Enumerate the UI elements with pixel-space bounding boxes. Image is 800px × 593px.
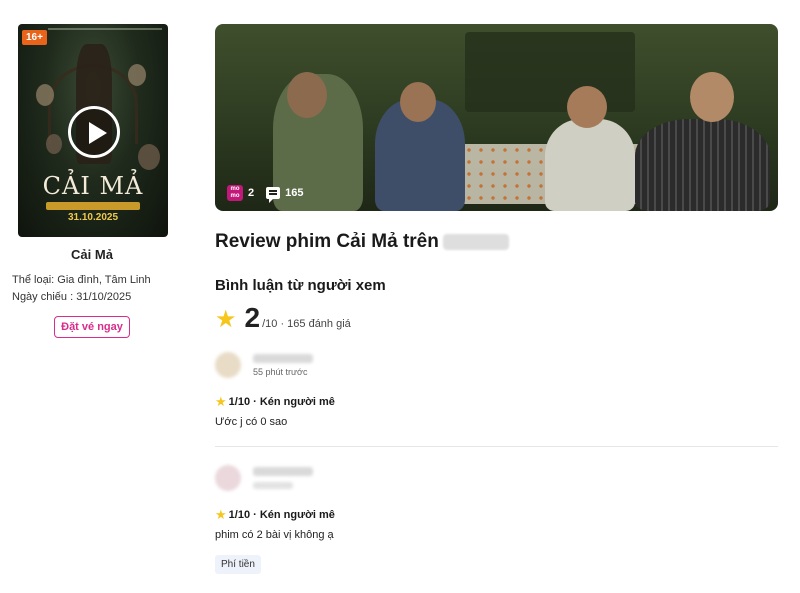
banner-person bbox=[635, 119, 770, 211]
star-icon: ★ bbox=[215, 507, 227, 522]
rating-detail: /10 · 165 đánh giá bbox=[262, 318, 351, 330]
page-title: Review phim Cải Mả trên bbox=[215, 231, 778, 253]
reviewer bbox=[215, 465, 778, 491]
genre-value: Gia đình, Tâm Linh bbox=[57, 274, 151, 286]
blurred-reviewer-name[interactable] bbox=[253, 467, 313, 476]
review-rating-text: 1/10 · Kén người mê bbox=[228, 509, 335, 521]
poster-title: CẢI MẢ bbox=[42, 172, 144, 200]
poster-showtime-banner bbox=[46, 202, 140, 210]
banner-shelf bbox=[465, 32, 635, 112]
review-content: mo mo 2 165 Review phim Cải Mả trên Bình… bbox=[215, 24, 778, 592]
release-label: Ngày chiếu : bbox=[12, 291, 74, 303]
audience-section-title: Bình luận từ người xem bbox=[215, 277, 386, 294]
poster-figure bbox=[128, 64, 146, 86]
banner-person-head bbox=[400, 82, 436, 122]
review-list: 55 phút trước ★ 1/10 · Kén người mê Ước … bbox=[215, 334, 778, 592]
banner-person-head bbox=[287, 72, 327, 118]
blurred-review-time bbox=[253, 482, 293, 489]
release-value: 31/10/2025 bbox=[76, 291, 132, 303]
comment-count: 165 bbox=[285, 187, 304, 199]
review-text: Ước j có 0 sao bbox=[215, 416, 288, 428]
banner-person bbox=[545, 119, 635, 211]
banner-stats: mo mo 2 165 bbox=[227, 185, 304, 203]
review-item: ★ 1/10 · Kén người mê phim có 2 bài vị k… bbox=[215, 446, 778, 592]
star-icon: ★ bbox=[215, 306, 237, 333]
review-rating-text: 1/10 · Kén người mê bbox=[228, 396, 335, 408]
reviewer-info: 55 phút trước bbox=[253, 353, 313, 377]
review-time: 55 phút trước bbox=[253, 366, 308, 377]
audience-rating-summary: ★ 2 /10 · 165 đánh giá bbox=[215, 302, 778, 334]
release-row: Ngày chiếu : 31/10/2025 bbox=[12, 289, 172, 306]
age-rating-badge: 16+ bbox=[22, 30, 47, 45]
poster-figure bbox=[46, 134, 62, 154]
star-icon: ★ bbox=[215, 394, 227, 409]
momo-count: 2 bbox=[248, 187, 255, 199]
movie-meta: Thể loại: Gia đình, Tâm Linh Ngày chiếu … bbox=[12, 272, 172, 306]
blurred-reviewer-name[interactable] bbox=[253, 353, 313, 363]
movie-info-panel: 16+ CẢI MẢ 31.10.2025 Cải Mả Thể loại: G… bbox=[12, 24, 172, 338]
review-tag[interactable]: Phí tiền bbox=[215, 555, 261, 574]
page-title-text: Review phim Cải Mả trên bbox=[215, 231, 439, 252]
average-score: 2 bbox=[244, 302, 261, 333]
poster-date: 31.10.2025 bbox=[67, 212, 119, 223]
book-ticket-button[interactable]: Đặt vé ngay bbox=[54, 316, 130, 338]
momo-logo-icon: mo mo bbox=[227, 185, 243, 201]
review-item: 55 phút trước ★ 1/10 · Kén người mê Ước … bbox=[215, 334, 778, 446]
movie-banner-image: mo mo 2 165 bbox=[215, 24, 778, 211]
review-rating: ★ 1/10 · Kén người mê bbox=[215, 394, 778, 410]
comment-icon bbox=[266, 187, 281, 203]
review-text: phim có 2 bài vị không ạ bbox=[215, 529, 334, 541]
blurred-brand-name bbox=[442, 234, 509, 250]
poster-credits-line bbox=[48, 28, 162, 30]
play-trailer-icon[interactable] bbox=[68, 106, 120, 158]
reviewer-info bbox=[253, 467, 313, 489]
avatar[interactable] bbox=[215, 352, 241, 378]
genre-label: Thể loại: bbox=[12, 274, 55, 286]
banner-person-head bbox=[690, 72, 734, 122]
avatar[interactable] bbox=[215, 465, 241, 491]
review-rating: ★ 1/10 · Kén người mê bbox=[215, 507, 778, 523]
movie-poster[interactable]: 16+ CẢI MẢ 31.10.2025 bbox=[18, 24, 168, 237]
poster-figure bbox=[36, 84, 54, 106]
genre-row: Thể loại: Gia đình, Tâm Linh bbox=[12, 272, 172, 289]
movie-name[interactable]: Cải Mả bbox=[12, 247, 172, 262]
poster-figure bbox=[138, 144, 160, 170]
reviewer: 55 phút trước bbox=[215, 352, 778, 378]
banner-person-head bbox=[567, 86, 607, 128]
